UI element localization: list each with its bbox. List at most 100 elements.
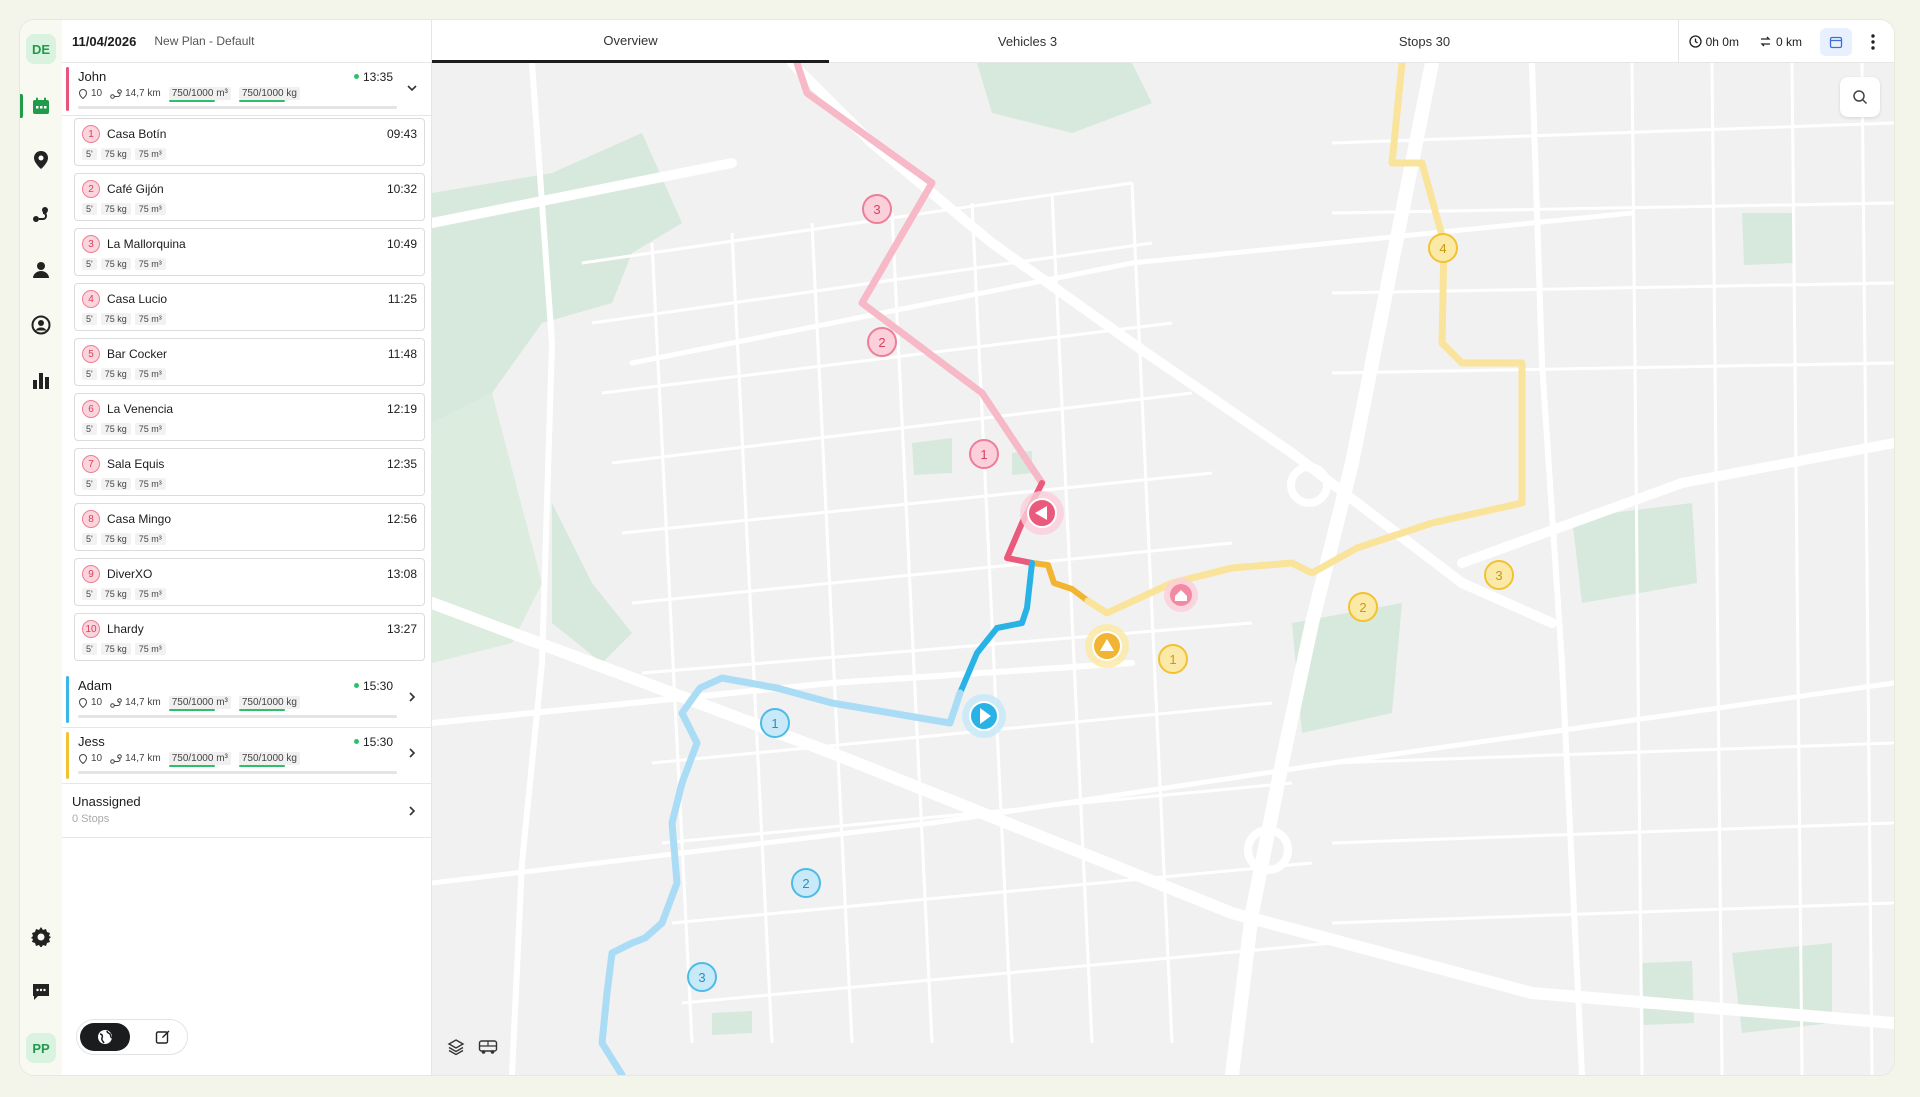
edit-view-button[interactable] (143, 1023, 183, 1051)
map-canvas[interactable]: 3 2 1 1 2 3 4 3 2 1 (432, 63, 1894, 1075)
yellow-stop-markers[interactable]: 4 3 2 1 (1158, 233, 1514, 674)
depot-home-marker[interactable] (1164, 578, 1198, 612)
stop-item[interactable]: 4 Casa Lucio 11:25 5' 75 kg 75 m³ (74, 283, 425, 331)
stop-volume: 75 m³ (134, 148, 166, 160)
svg-text:2: 2 (1359, 600, 1366, 615)
route-lines (598, 63, 1526, 1075)
pink-route-planned (793, 63, 1046, 487)
stop-duration: 5' (82, 203, 97, 215)
stop-name: Bar Cocker (107, 347, 168, 361)
stop-duration: 5' (82, 478, 97, 490)
profile-badge[interactable]: PP (26, 1033, 56, 1063)
stop-weight: 75 kg (100, 588, 131, 600)
location-pin-icon[interactable] (29, 148, 53, 172)
stop-item[interactable]: 1 Casa Botín 09:43 5' 75 kg 75 m³ (74, 118, 425, 166)
chevron-right-icon[interactable] (405, 804, 419, 818)
route-distance: 14,7 km (125, 753, 161, 764)
stop-number-badge: 3 (82, 235, 100, 253)
stop-weight: 75 kg (100, 148, 131, 160)
total-distance: 0 km (1775, 34, 1802, 49)
pink-vehicle-marker[interactable] (1020, 491, 1064, 535)
kebab-menu-icon (1871, 33, 1875, 50)
route-card-jess[interactable]: Jess 15:30 10 14,7 km 750/1000 m³ 750/10… (62, 728, 431, 784)
unassigned-count: 0 Stops (72, 813, 110, 825)
view-mode-toggle[interactable] (76, 1019, 188, 1055)
stop-item[interactable]: 2 Café Gijón 10:32 5' 75 kg 75 m³ (74, 173, 425, 221)
svg-text:1: 1 (980, 447, 987, 462)
user-circle-icon[interactable] (29, 313, 53, 337)
stop-item[interactable]: 6 La Venencia 12:19 5' 75 kg 75 m³ (74, 393, 425, 441)
svg-text:1: 1 (1169, 652, 1176, 667)
settings-gear-icon[interactable] (29, 925, 53, 949)
stop-item[interactable]: 8 Casa Mingo 12:56 5' 75 kg 75 m³ (74, 503, 425, 551)
stop-number-badge: 7 (82, 455, 100, 473)
plan-header: 11/04/2026 New Plan - Default (62, 20, 431, 63)
stops-count: 10 (91, 88, 103, 99)
stop-duration: 5' (82, 148, 97, 160)
route-icon[interactable] (29, 203, 53, 227)
blue-vehicle-marker[interactable] (962, 694, 1006, 738)
stop-volume: 75 m³ (134, 203, 166, 215)
volume-capacity: 750/1000 m³ (168, 696, 231, 711)
map-stop-marker[interactable]: 2 (1348, 592, 1378, 622)
map-stop-marker[interactable]: 4 (1428, 233, 1458, 263)
stop-name: Café Gijón (107, 182, 164, 196)
total-time: 0h 0m (1705, 34, 1739, 49)
tab-vehicles[interactable]: Vehicles 3 (829, 20, 1226, 63)
stop-weight: 75 kg (100, 313, 131, 325)
route-color-bar (66, 67, 69, 111)
calendar-button[interactable] (1820, 27, 1852, 56)
route-map[interactable]: 3 2 1 1 2 3 4 3 2 1 (432, 63, 1894, 1075)
map-stop-marker[interactable]: 1 (1158, 644, 1188, 674)
globe-view-button[interactable] (80, 1023, 130, 1051)
vehicles-layer-button[interactable] (474, 1033, 502, 1061)
distance-icon (1760, 36, 1771, 47)
more-menu-button[interactable] (1858, 28, 1888, 56)
svg-text:3: 3 (873, 202, 880, 217)
map-stop-marker[interactable]: 2 (867, 327, 897, 357)
search-icon (1853, 90, 1868, 105)
stop-item[interactable]: 10 Lhardy 13:27 5' 75 kg 75 m³ (74, 613, 425, 661)
map-stop-marker[interactable]: 2 (791, 868, 821, 898)
stop-item[interactable]: 9 DiverXO 13:08 5' 75 kg 75 m³ (74, 558, 425, 606)
driver-icon[interactable] (29, 258, 53, 282)
tab-overview[interactable]: Overview (432, 20, 829, 63)
map-stop-marker[interactable]: 3 (862, 194, 892, 224)
clock-icon (1688, 35, 1702, 48)
stop-duration: 5' (82, 313, 97, 325)
map-stop-marker[interactable]: 1 (760, 708, 790, 738)
plan-date[interactable]: 11/04/2026 (72, 34, 136, 49)
map-stop-marker[interactable]: 1 (969, 439, 999, 469)
route-color-bar (66, 732, 69, 779)
stop-item[interactable]: 7 Sala Equis 12:35 5' 75 kg 75 m³ (74, 448, 425, 496)
app-window: DE PP 11/04/2026 New Plan - Default John… (20, 20, 1894, 1075)
route-distance: 14,7 km (125, 88, 161, 99)
tab-stops[interactable]: Stops 30 (1226, 20, 1623, 63)
stop-item[interactable]: 5 Bar Cocker 11:48 5' 75 kg 75 m³ (74, 338, 425, 386)
chevron-right-icon[interactable] (405, 690, 419, 704)
plan-name[interactable]: New Plan - Default (154, 34, 254, 48)
route-distance: 14,7 km (125, 697, 161, 708)
view-tabs: Overview Vehicles 3 Stops 30 0h 0m 0 km (432, 20, 1894, 63)
workspace-badge[interactable]: DE (26, 34, 56, 64)
analytics-icon[interactable] (29, 368, 53, 392)
stop-eta: 10:32 (386, 182, 417, 196)
map-search-button[interactable] (1840, 77, 1880, 117)
route-card-john[interactable]: John 13:35 10 14,7 km 750/1000 m³ 750/10… (62, 63, 431, 116)
route-progress (78, 771, 397, 774)
stop-eta: 13:08 (386, 567, 417, 581)
chevron-down-icon[interactable] (405, 81, 419, 95)
weight-capacity: 750/1000 kg (238, 87, 300, 102)
map-stop-marker[interactable]: 3 (1484, 560, 1514, 590)
chevron-right-icon[interactable] (405, 746, 419, 760)
stop-item[interactable]: 3 La Mallorquina 10:49 5' 75 kg 75 m³ (74, 228, 425, 276)
stop-weight: 75 kg (100, 258, 131, 270)
unassigned-section[interactable]: Unassigned 0 Stops (62, 784, 431, 838)
map-stop-marker[interactable]: 3 (687, 962, 717, 992)
calendar-icon[interactable] (29, 94, 53, 118)
yellow-vehicle-marker[interactable] (1085, 624, 1129, 668)
stop-weight: 75 kg (100, 643, 131, 655)
route-card-adam[interactable]: Adam 15:30 10 14,7 km 750/1000 m³ 750/10… (62, 672, 431, 728)
layers-button[interactable] (442, 1033, 470, 1061)
chat-icon[interactable] (29, 980, 53, 1004)
